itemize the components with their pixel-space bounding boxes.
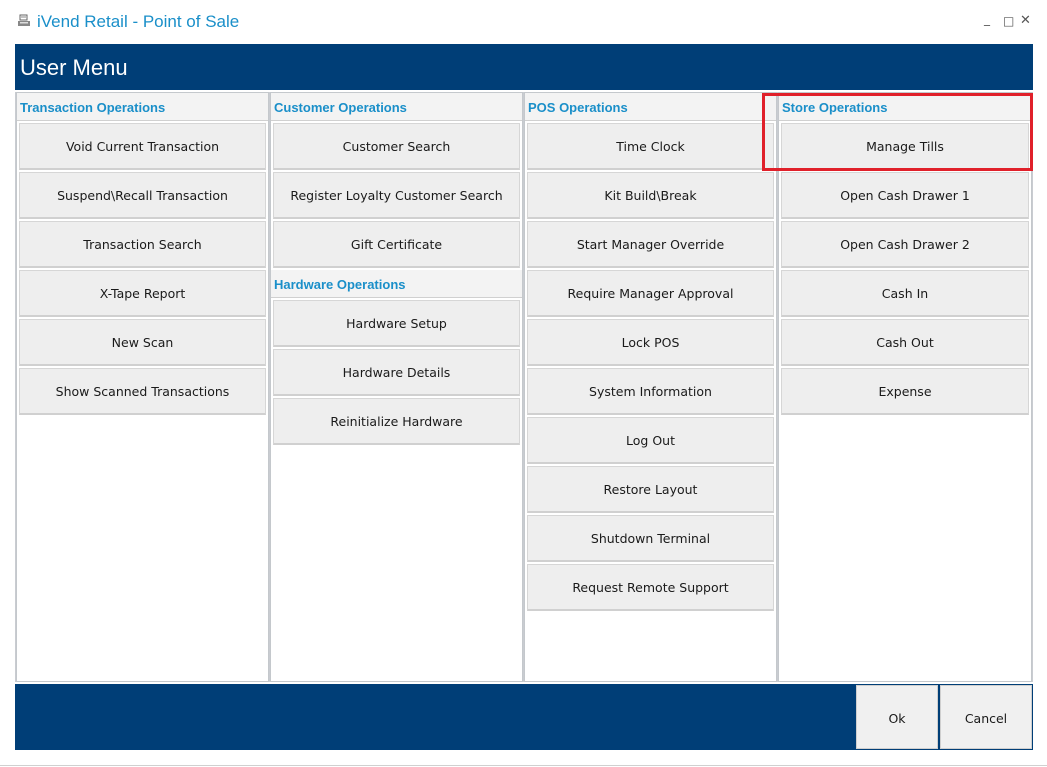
start-manager-override-button[interactable]: Start Manager Override	[527, 221, 774, 268]
minimize-icon[interactable]: _	[984, 12, 990, 26]
cancel-button[interactable]: Cancel	[940, 685, 1032, 749]
button-label: Request Remote Support	[572, 580, 729, 595]
button-label: Customer Search	[342, 139, 451, 154]
x-tape-report-button[interactable]: X-Tape Report	[19, 270, 266, 317]
gift-certificate-button[interactable]: Gift Certificate	[273, 221, 520, 268]
customer-search-button[interactable]: Customer Search	[273, 123, 520, 170]
suspend-recall-transaction-button[interactable]: Suspend\Recall Transaction	[19, 172, 266, 219]
button-label: Manage Tills	[866, 139, 944, 154]
section-title: POS Operations	[528, 100, 628, 115]
menu-columns: Transaction Operations Void Current Tran…	[15, 92, 1033, 682]
lock-pos-button[interactable]: Lock POS	[527, 319, 774, 366]
ok-button[interactable]: Ok	[856, 685, 938, 749]
button-label: Open Cash Drawer 2	[840, 237, 970, 252]
window-title: iVend Retail - Point of Sale	[37, 12, 240, 31]
customer-hardware-operations-column: Customer Operations Customer Search Regi…	[270, 92, 523, 682]
button-label: Lock POS	[621, 335, 680, 350]
button-label: Cash In	[881, 286, 929, 301]
new-scan-button[interactable]: New Scan	[19, 319, 266, 366]
show-scanned-transactions-button[interactable]: Show Scanned Transactions	[19, 368, 266, 415]
section-title: Transaction Operations	[20, 100, 166, 115]
maximize-icon[interactable]: □	[1003, 14, 1014, 28]
button-label: Ok	[888, 711, 906, 726]
user-menu-header: User Menu	[15, 44, 1033, 90]
section-header-customer-operations: Customer Operations	[271, 93, 522, 121]
section-header-hardware-operations: Hardware Operations	[271, 270, 522, 298]
button-label: Log Out	[626, 433, 675, 448]
button-label: Require Manager Approval	[567, 286, 734, 301]
pos-operations-column: POS Operations Time Clock Kit Build\Brea…	[524, 92, 777, 682]
button-label: Open Cash Drawer 1	[840, 188, 970, 203]
shutdown-terminal-button[interactable]: Shutdown Terminal	[527, 515, 774, 562]
section-header-pos-operations: POS Operations	[525, 93, 776, 121]
hardware-setup-button[interactable]: Hardware Setup	[273, 300, 520, 347]
reinitialize-hardware-button[interactable]: Reinitialize Hardware	[273, 398, 520, 445]
button-label: Reinitialize Hardware	[330, 414, 463, 429]
button-label: Kit Build\Break	[604, 188, 697, 203]
button-label: Start Manager Override	[576, 237, 725, 252]
cash-out-button[interactable]: Cash Out	[781, 319, 1029, 366]
hardware-details-button[interactable]: Hardware Details	[273, 349, 520, 396]
title-bar: iVend Retail - Point of Sale _ □ ✕	[0, 0, 1047, 44]
transaction-operations-column: Transaction Operations Void Current Tran…	[16, 92, 269, 682]
window-bottom-border	[0, 765, 1047, 766]
transaction-search-button[interactable]: Transaction Search	[19, 221, 266, 268]
button-label: Transaction Search	[83, 237, 202, 252]
register-loyalty-customer-search-button[interactable]: Register Loyalty Customer Search	[273, 172, 520, 219]
button-label: New Scan	[111, 335, 174, 350]
open-cash-drawer-1-button[interactable]: Open Cash Drawer 1	[781, 172, 1029, 219]
button-label: Show Scanned Transactions	[55, 384, 230, 399]
button-label: Shutdown Terminal	[590, 531, 711, 546]
section-title: Hardware Operations	[274, 277, 406, 292]
void-current-transaction-button[interactable]: Void Current Transaction	[19, 123, 266, 170]
pos-receipt-icon	[18, 14, 30, 26]
button-label: Void Current Transaction	[65, 139, 220, 154]
button-label: Gift Certificate	[350, 237, 443, 252]
store-operations-column: Store Operations Manage Tills Open Cash …	[778, 92, 1032, 682]
expense-button[interactable]: Expense	[781, 368, 1029, 415]
button-label: Hardware Details	[342, 365, 451, 380]
button-label: Cash Out	[876, 335, 934, 350]
button-label: Time Clock	[616, 139, 685, 154]
time-clock-button[interactable]: Time Clock	[527, 123, 774, 170]
manage-tills-button[interactable]: Manage Tills	[781, 123, 1029, 170]
footer-bar: Ok Cancel	[15, 684, 1033, 750]
system-information-button[interactable]: System Information	[527, 368, 774, 415]
button-label: X-Tape Report	[99, 286, 186, 301]
log-out-button[interactable]: Log Out	[527, 417, 774, 464]
button-label: Expense	[878, 384, 932, 399]
open-cash-drawer-2-button[interactable]: Open Cash Drawer 2	[781, 221, 1029, 268]
close-icon[interactable]: ✕	[1020, 14, 1031, 28]
require-manager-approval-button[interactable]: Require Manager Approval	[527, 270, 774, 317]
button-label: Register Loyalty Customer Search	[290, 188, 503, 203]
button-label: Hardware Setup	[346, 316, 447, 331]
button-label: System Information	[589, 384, 712, 399]
restore-layout-button[interactable]: Restore Layout	[527, 466, 774, 513]
section-header-store-operations: Store Operations	[779, 93, 1031, 121]
request-remote-support-button[interactable]: Request Remote Support	[527, 564, 774, 611]
section-header-transaction-operations: Transaction Operations	[17, 93, 268, 121]
kit-build-break-button[interactable]: Kit Build\Break	[527, 172, 774, 219]
button-label: Suspend\Recall Transaction	[57, 188, 228, 203]
button-label: Cancel	[964, 711, 1008, 726]
button-label: Restore Layout	[603, 482, 698, 497]
section-title: Customer Operations	[274, 100, 407, 115]
page-title: User Menu	[20, 55, 128, 80]
cash-in-button[interactable]: Cash In	[781, 270, 1029, 317]
section-title: Store Operations	[782, 100, 888, 115]
